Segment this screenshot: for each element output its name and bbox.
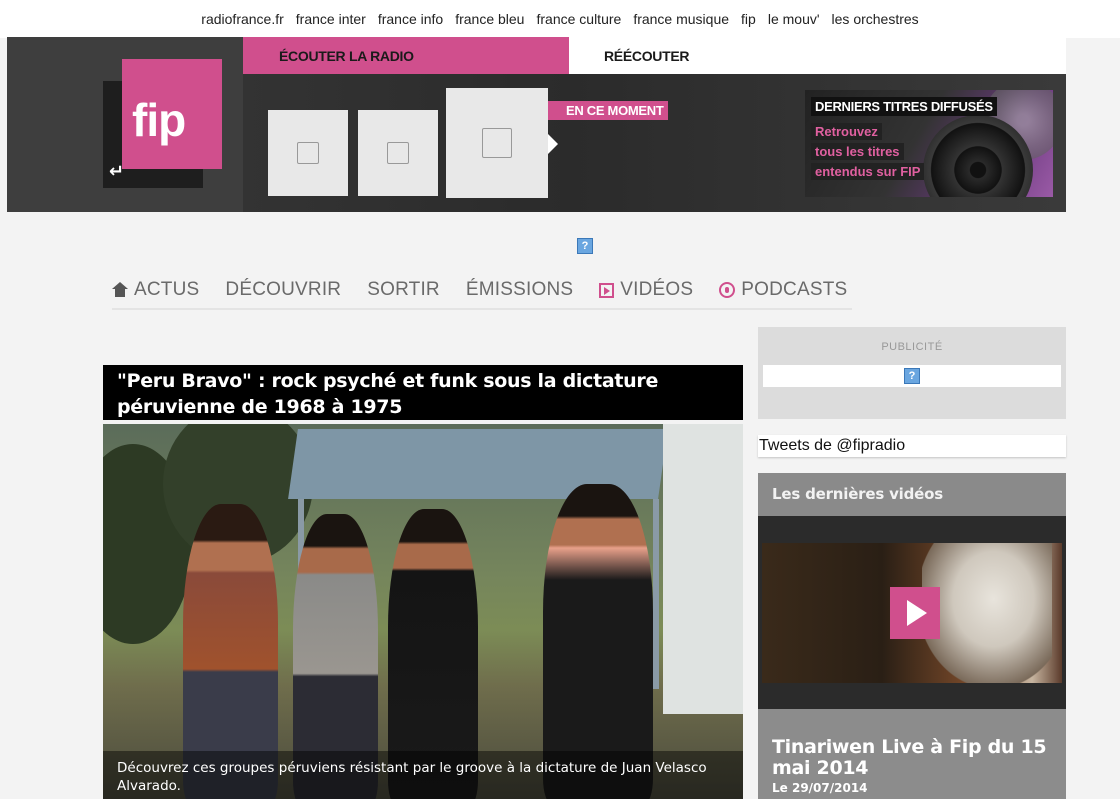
latest-videos-heading: Les dernières vidéos [758, 473, 1066, 516]
network-link-radiofrance[interactable]: radiofrance.fr [201, 11, 283, 27]
tab-listen-radio[interactable]: ÉCOUTER LA RADIO [243, 37, 569, 74]
last-titles-heading: DERNIERS TITRES DIFFUSÉS [811, 97, 997, 116]
previous-track-cover[interactable] [268, 110, 348, 196]
network-bar: radiofrance.fr france inter france info … [0, 0, 1120, 38]
video-date: Le 29/07/2014 [772, 781, 868, 795]
article-image[interactable]: Découvrez ces groupes péruviens résistan… [103, 424, 743, 799]
tweets-link[interactable]: Tweets de @fipradio [758, 435, 1066, 457]
video-title[interactable]: Tinariwen Live à Fip du 15 mai 2014 [772, 737, 1062, 779]
shed-post [653, 499, 659, 689]
video-play-icon [599, 282, 615, 298]
nav-item-label: DÉCOUVRIR [225, 279, 342, 300]
podcast-icon [719, 282, 736, 298]
video-info: Tinariwen Live à Fip du 15 mai 2014 Le 2… [758, 709, 1066, 799]
ad-slot[interactable]: ? [763, 365, 1061, 387]
nav-item-label: VIDÉOS [620, 279, 694, 300]
nav-item-label: PODCASTS [741, 279, 848, 300]
video-thumbnail[interactable] [762, 543, 1062, 683]
latest-videos-panel: Les dernières vidéos Tinariwen Live à Fi… [758, 473, 1066, 799]
network-link-fip[interactable]: fip [741, 11, 756, 27]
network-link-le-mouv[interactable]: le mouv' [768, 11, 820, 27]
network-link-france-culture[interactable]: france culture [536, 11, 621, 27]
tab-replay[interactable]: RÉÉCOUTER [569, 37, 1066, 74]
ad-banner-top[interactable]: ? [577, 236, 593, 254]
nav-item-actus[interactable]: ACTUS [134, 279, 199, 301]
nav-item-decouvrir[interactable]: DÉCOUVRIR [225, 279, 341, 301]
last-titles-line: Retrouvez [811, 123, 882, 140]
previous-track-cover[interactable] [358, 110, 438, 196]
play-button[interactable] [890, 587, 940, 639]
main-nav: ACTUS DÉCOUVRIR SORTIR ÉMISSIONS VIDÉOS … [112, 272, 852, 310]
network-link-france-info[interactable]: france info [378, 11, 443, 27]
fip-logo[interactable]: fip [122, 59, 222, 169]
last-titles-line: tous les titres [811, 143, 904, 160]
nav-item-label: ACTUS [134, 279, 200, 300]
image-placeholder-icon [482, 128, 512, 158]
ad-label: PUBLICITÉ [881, 341, 943, 353]
nav-item-podcasts[interactable]: PODCASTS [719, 279, 847, 301]
radiofrance-mark-icon: ↵ [109, 161, 125, 181]
network-link-france-inter[interactable]: france inter [296, 11, 366, 27]
network-link-les-orchestres[interactable]: les orchestres [832, 11, 919, 27]
player-zone: EN CE MOMENT DERNIERS TITRES DIFFUSÉS Re… [243, 74, 1066, 212]
image-placeholder-icon [297, 142, 319, 164]
play-icon [907, 600, 927, 626]
network-link-france-musique[interactable]: france musique [633, 11, 729, 27]
last-titles-line: entendus sur FIP [811, 163, 925, 180]
sidebar-ad: PUBLICITÉ ? [758, 327, 1066, 419]
nav-item-videos[interactable]: VIDÉOS [599, 279, 693, 301]
now-pointer-icon [548, 134, 558, 154]
nav-item-emissions[interactable]: ÉMISSIONS [466, 279, 573, 301]
nav-item-label: SORTIR [367, 279, 440, 300]
broken-image-icon: ? [904, 368, 920, 384]
building-wall [663, 424, 743, 714]
now-playing-label: EN CE MOMENT [548, 101, 668, 120]
site-header: fip ↵ ÉCOUTER LA RADIO RÉÉCOUTER EN CE M… [7, 37, 1066, 212]
logo-text: fip [132, 94, 186, 146]
broken-image-icon: ? [577, 238, 593, 254]
video-thumbnail-subject [922, 543, 1052, 683]
nav-item-label: ÉMISSIONS [465, 279, 574, 300]
last-titles-promo[interactable]: DERNIERS TITRES DIFFUSÉS Retrouvez tous … [805, 90, 1053, 197]
nav-item-sortir[interactable]: SORTIR [367, 279, 440, 301]
image-placeholder-icon [387, 142, 409, 164]
current-track-cover[interactable] [446, 88, 548, 198]
article-caption: Découvrez ces groupes péruviens résistan… [103, 751, 743, 799]
network-link-france-bleu[interactable]: france bleu [455, 11, 524, 27]
article-title[interactable]: "Peru Bravo" : rock psyché et funk sous … [103, 365, 743, 420]
